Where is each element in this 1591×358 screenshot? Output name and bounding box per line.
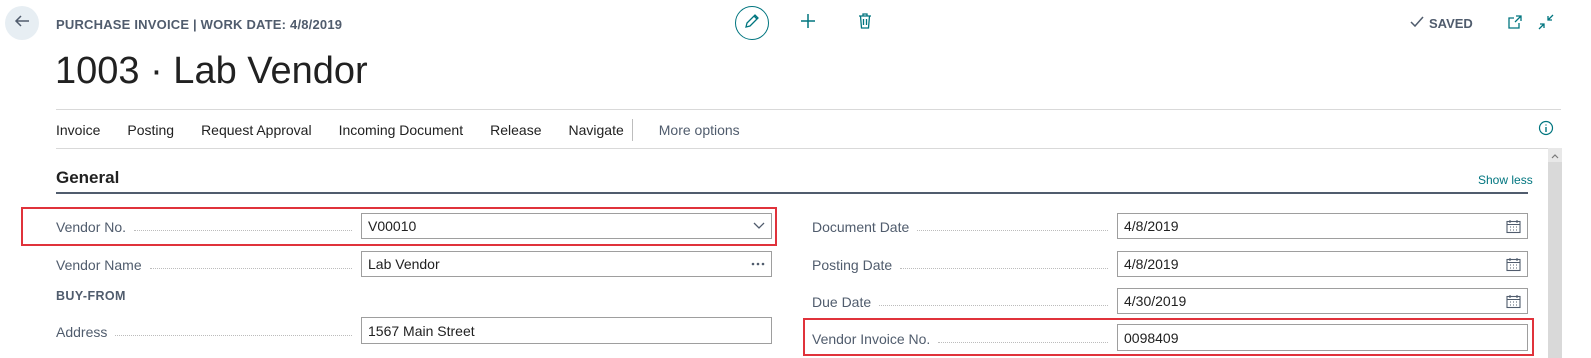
ellipsis-icon[interactable] xyxy=(751,262,765,266)
document-date-value: 4/8/2019 xyxy=(1124,218,1179,234)
new-button[interactable] xyxy=(798,13,818,33)
address-field[interactable]: 1567 Main Street xyxy=(361,317,772,344)
action-incoming-document[interactable]: Incoming Document xyxy=(339,122,464,138)
posting-date-field[interactable]: 4/8/2019 xyxy=(1117,251,1528,277)
address-label: Address xyxy=(56,324,352,340)
page-title: 1003 · Lab Vendor xyxy=(55,50,368,92)
vendor-invoice-no-label: Vendor Invoice No. xyxy=(812,331,1108,347)
vendor-invoice-no-label-text: Vendor Invoice No. xyxy=(812,331,931,347)
check-icon xyxy=(1410,16,1424,31)
document-date-label-text: Document Date xyxy=(812,219,910,235)
saved-status: SAVED xyxy=(1410,16,1473,31)
edit-pencil-icon xyxy=(743,12,761,35)
document-date-field[interactable]: 4/8/2019 xyxy=(1117,213,1528,239)
address-value: 1567 Main Street xyxy=(368,322,475,339)
action-release[interactable]: Release xyxy=(490,122,541,138)
info-icon xyxy=(1538,120,1554,141)
show-less-link[interactable]: Show less xyxy=(1478,173,1533,187)
back-arrow-icon xyxy=(13,12,31,35)
open-new-window-icon xyxy=(1507,14,1523,35)
vendor-name-label-text: Vendor Name xyxy=(56,257,142,273)
calendar-icon[interactable] xyxy=(1506,219,1521,234)
vendor-invoice-no-field[interactable]: 0098409 xyxy=(1117,324,1528,351)
back-button[interactable] xyxy=(5,6,39,40)
vendor-name-value: Lab Vendor xyxy=(368,256,440,272)
label-dots xyxy=(115,334,352,336)
vendor-no-label-text: Vendor No. xyxy=(56,219,127,235)
action-invoice[interactable]: Invoice xyxy=(56,122,100,138)
label-dots xyxy=(149,267,352,269)
due-date-label: Due Date xyxy=(812,294,1108,310)
action-posting[interactable]: Posting xyxy=(127,122,174,138)
vendor-no-field[interactable]: V00010 xyxy=(361,213,772,239)
label-dots xyxy=(917,229,1108,231)
header-divider xyxy=(56,109,1561,110)
section-underline xyxy=(56,192,1528,194)
document-date-label: Document Date xyxy=(812,219,1108,235)
calendar-icon[interactable] xyxy=(1506,257,1521,272)
action-bar-divider xyxy=(56,148,1548,149)
buy-from-heading: BUY-FROM xyxy=(56,289,126,303)
chevron-up-icon xyxy=(1551,146,1559,164)
vendor-no-value: V00010 xyxy=(368,218,417,234)
label-dots xyxy=(900,267,1108,269)
vendor-no-label: Vendor No. xyxy=(56,219,352,235)
due-date-field[interactable]: 4/30/2019 xyxy=(1117,288,1528,314)
open-new-window-button[interactable] xyxy=(1505,14,1525,34)
label-dots xyxy=(134,229,352,231)
label-dots xyxy=(879,304,1108,306)
delete-button[interactable] xyxy=(855,12,875,35)
calendar-icon[interactable] xyxy=(1506,294,1521,309)
action-bar: Invoice Posting Request Approval Incomin… xyxy=(56,114,767,146)
posting-date-label: Posting Date xyxy=(812,257,1108,273)
collapse-icon xyxy=(1538,14,1554,35)
collapse-button[interactable] xyxy=(1536,14,1556,34)
vendor-name-label: Vendor Name xyxy=(56,257,352,273)
plus-icon xyxy=(799,12,817,35)
saved-label: SAVED xyxy=(1429,16,1473,31)
due-date-value: 4/30/2019 xyxy=(1124,293,1187,309)
more-options-button[interactable]: More options xyxy=(659,122,740,138)
trash-icon xyxy=(857,12,873,35)
page-caption: PURCHASE INVOICE | WORK DATE: 4/8/2019 xyxy=(56,17,343,32)
posting-date-label-text: Posting Date xyxy=(812,257,893,273)
info-button[interactable] xyxy=(1536,120,1556,140)
label-dots xyxy=(938,341,1108,343)
action-separator xyxy=(631,119,633,141)
action-navigate[interactable]: Navigate xyxy=(568,122,623,138)
address-label-text: Address xyxy=(56,324,108,340)
chevron-down-icon[interactable] xyxy=(753,222,765,230)
vendor-name-field[interactable]: Lab Vendor xyxy=(361,251,772,277)
scroll-up-button[interactable] xyxy=(1548,148,1562,162)
due-date-label-text: Due Date xyxy=(812,294,872,310)
action-request-approval[interactable]: Request Approval xyxy=(201,122,312,138)
section-title-general[interactable]: General xyxy=(56,168,119,188)
posting-date-value: 4/8/2019 xyxy=(1124,256,1179,272)
scrollbar[interactable] xyxy=(1548,148,1562,358)
edit-button[interactable] xyxy=(735,6,769,40)
vendor-invoice-no-value: 0098409 xyxy=(1124,329,1179,346)
